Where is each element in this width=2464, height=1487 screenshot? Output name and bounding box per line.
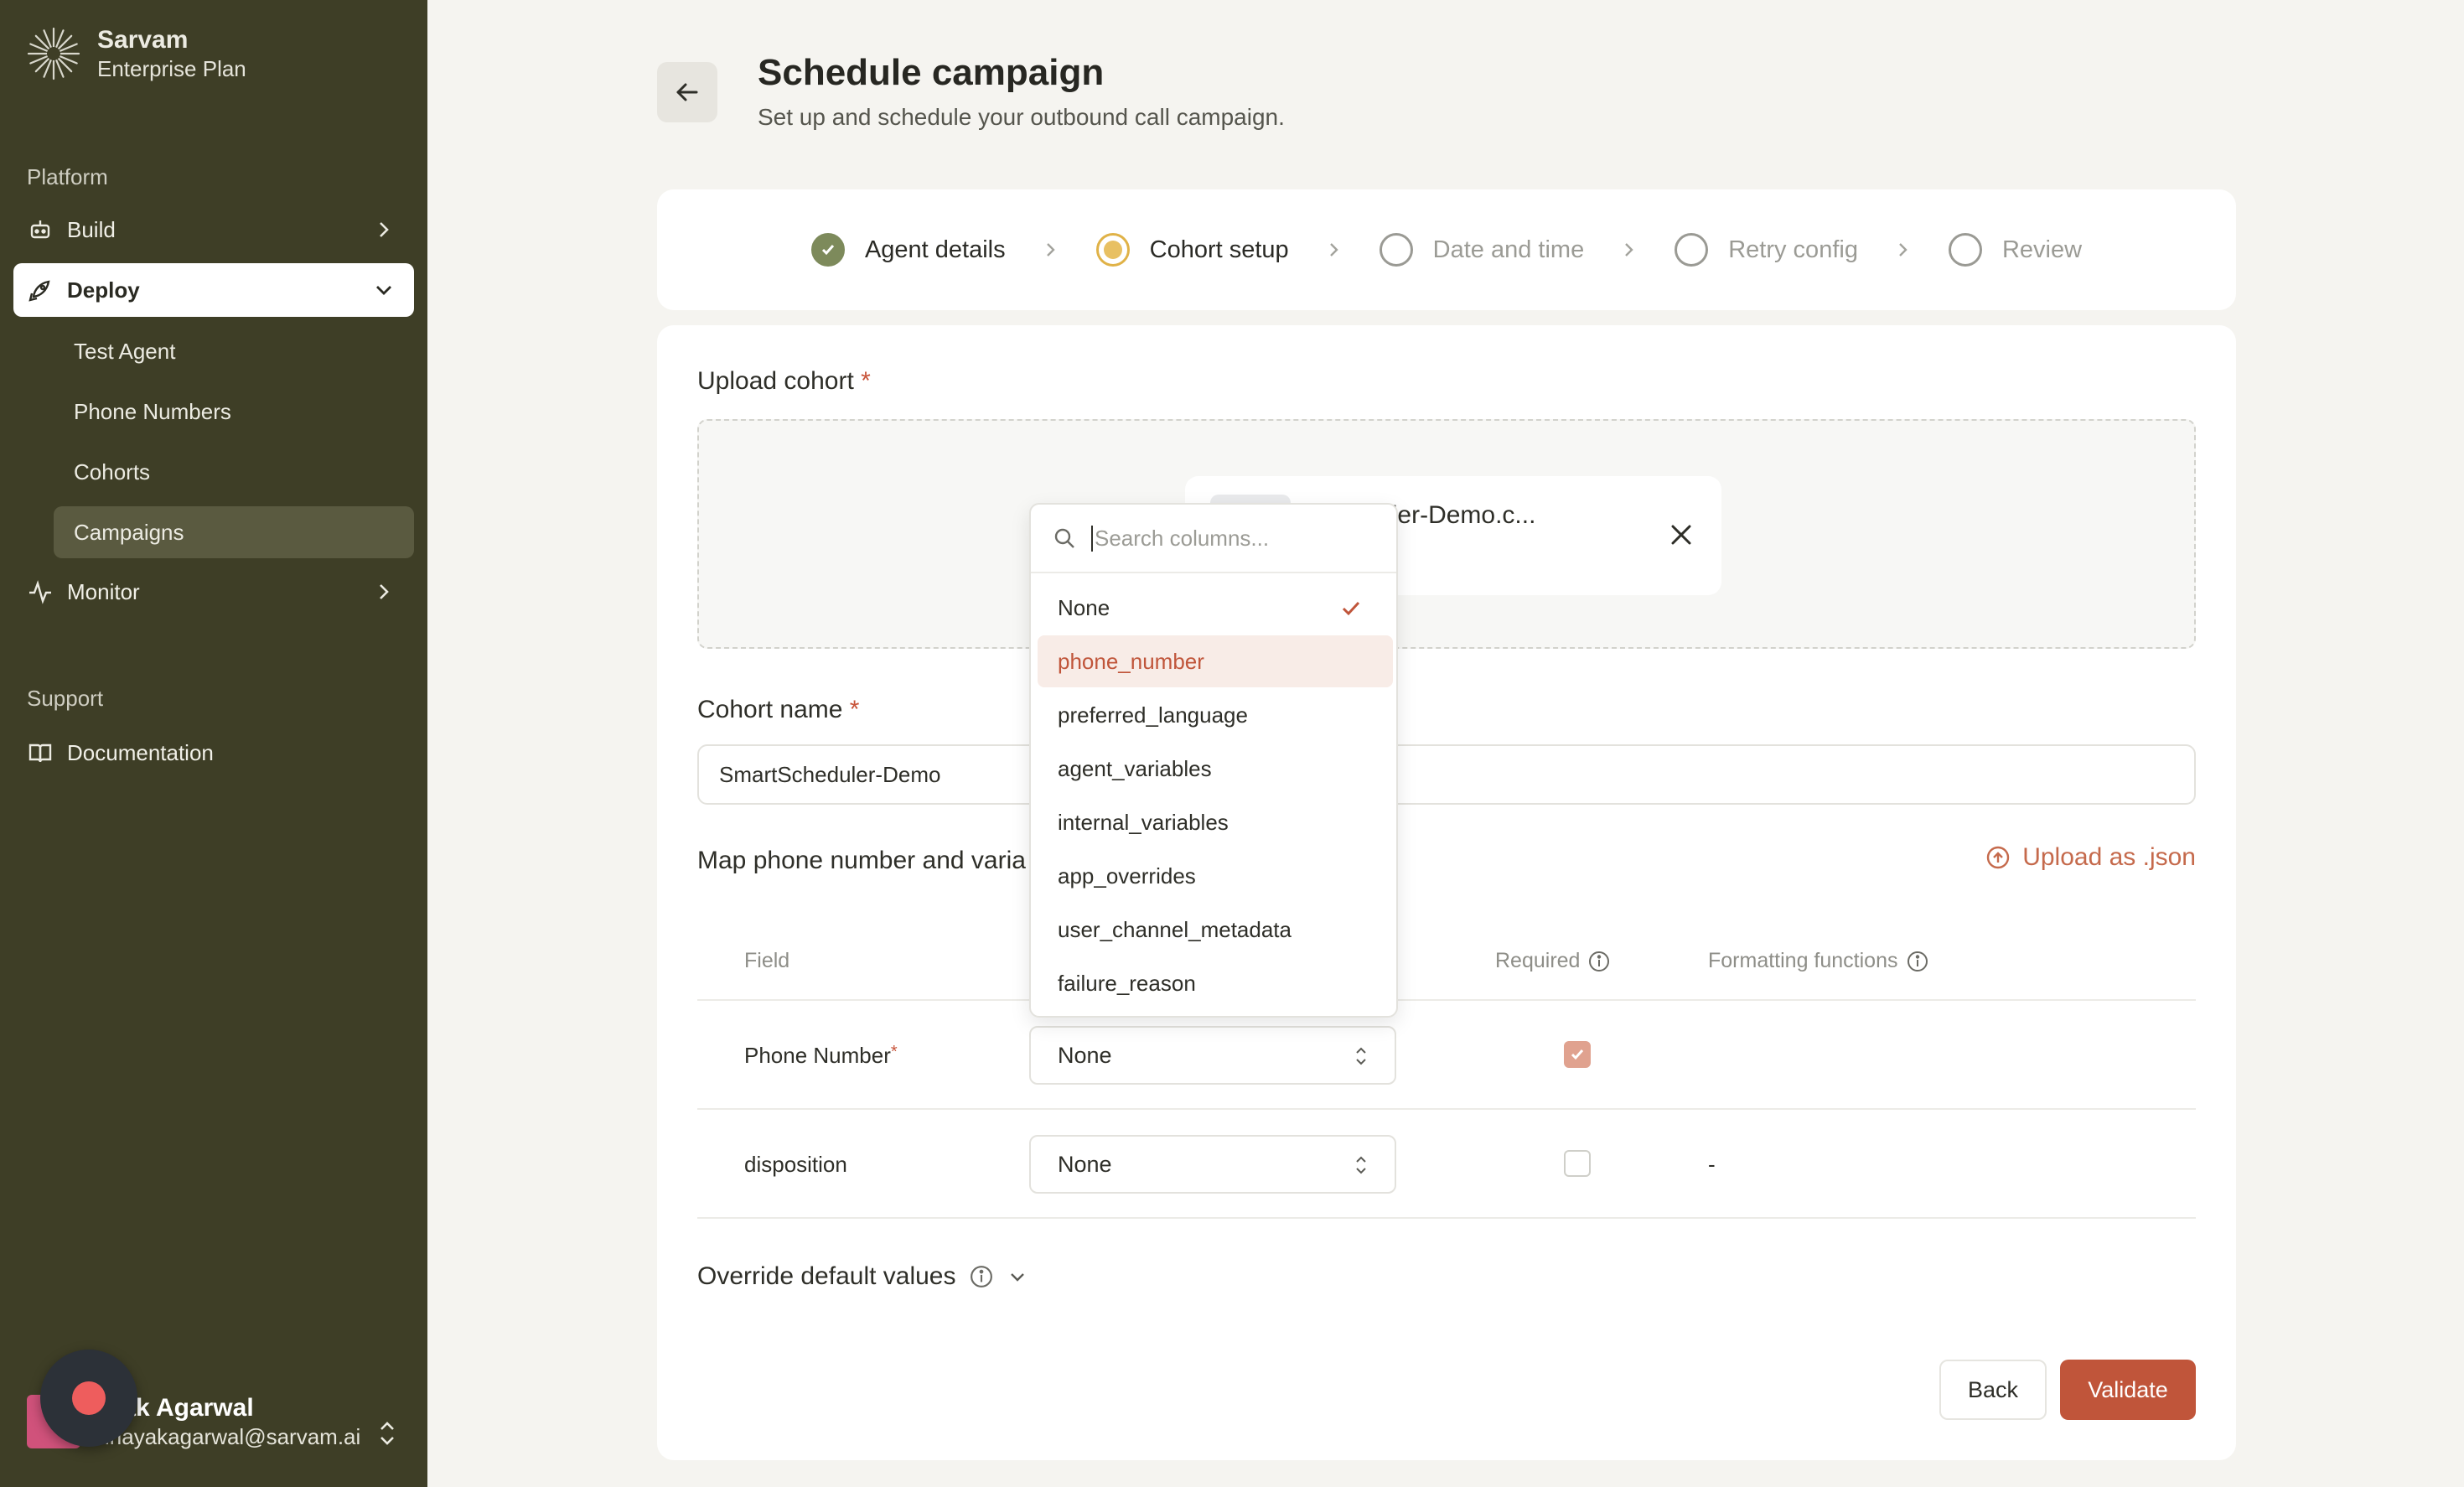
chevron-right-icon — [1878, 237, 1928, 262]
sidebar-item-phone-numbers[interactable]: Phone Numbers — [54, 386, 414, 438]
map-variables-label: Map phone number and varia — [697, 847, 1026, 874]
sidebar: Sarvam Enterprise Plan Platform Build De… — [0, 0, 427, 1487]
sidebar-item-label: Monitor — [67, 578, 140, 604]
cohort-name-input[interactable]: SmartScheduler-Demo — [697, 744, 2196, 805]
field-disposition: disposition — [744, 1152, 847, 1177]
formatting-value: - — [1708, 1152, 1716, 1177]
field-phone-number: Phone Number* — [744, 1043, 898, 1068]
rocket-icon — [27, 277, 54, 303]
sidebar-item-label: Build — [67, 216, 116, 242]
sidebar-item-campaigns[interactable]: Campaigns — [54, 506, 414, 558]
current-step-icon — [1095, 233, 1130, 267]
step-retry-config[interactable]: Retry config — [1675, 233, 1858, 267]
table-divider — [697, 1217, 2196, 1219]
close-icon[interactable] — [1666, 520, 1696, 550]
column-select-dropdown: Search columns... None phone_number pref… — [1029, 503, 1398, 1018]
upload-dropzone[interactable]: heduler-Demo.c... — [697, 419, 2196, 649]
column-header-field: Field — [744, 949, 790, 972]
chevron-down-icon — [376, 286, 391, 295]
chevron-right-icon — [1604, 237, 1654, 262]
disposition-column-select[interactable]: None — [1029, 1135, 1396, 1194]
sidebar-item-deploy[interactable]: Deploy — [13, 263, 414, 317]
chevron-right-icon — [1026, 237, 1076, 262]
step-label: Agent details — [864, 236, 1006, 263]
chevrons-up-down-icon — [1356, 1047, 1366, 1065]
info-icon[interactable] — [1588, 951, 1610, 972]
upload-circle-icon — [1987, 846, 2010, 869]
dropdown-option-phone-number[interactable]: phone_number — [1038, 635, 1393, 687]
chevron-right-icon — [380, 222, 389, 237]
sidebar-item-cohorts[interactable]: Cohorts — [54, 446, 414, 498]
required-checkbox-checked[interactable] — [1564, 1041, 1591, 1068]
support-section-label: Support — [27, 686, 104, 711]
back-arrow-button[interactable] — [657, 62, 717, 122]
chevron-right-icon — [380, 584, 389, 599]
sarvam-logo-icon — [27, 27, 80, 80]
info-icon[interactable] — [970, 1265, 993, 1288]
chevron-right-icon — [1309, 237, 1359, 262]
brand[interactable]: Sarvam Enterprise Plan — [27, 25, 246, 82]
activity-icon — [27, 578, 54, 605]
check-icon — [1571, 1049, 1584, 1060]
stepper: Agent details Cohort setup Date and time… — [657, 189, 2236, 310]
dropdown-option-app-overrides[interactable]: app_overrides — [1038, 850, 1393, 902]
info-icon[interactable] — [1907, 951, 1928, 972]
required-checkbox[interactable] — [1564, 1150, 1591, 1177]
step-agent-details[interactable]: Agent details — [810, 233, 1006, 267]
cohort-setup-card: Upload cohort * heduler-Demo.c... Cohort… — [657, 325, 2236, 1460]
check-icon — [1342, 601, 1360, 616]
brand-plan: Enterprise Plan — [97, 56, 246, 81]
robot-icon — [27, 216, 54, 243]
sidebar-item-label: Deploy — [67, 277, 140, 303]
table-divider — [697, 999, 2196, 1001]
phone-number-column-select[interactable]: None — [1029, 1026, 1396, 1085]
validate-button[interactable]: Validate — [2060, 1360, 2196, 1420]
dropdown-option-internal-variables[interactable]: internal_variables — [1038, 796, 1393, 848]
platform-section-label: Platform — [27, 164, 108, 189]
record-dot-icon — [72, 1381, 106, 1415]
upload-cohort-label: Upload cohort * — [697, 367, 871, 395]
user-email: vinayakagarwal@sarvam.ai — [94, 1424, 361, 1449]
chevron-down-icon — [1010, 1273, 1024, 1282]
chevrons-up-down-icon — [1356, 1156, 1366, 1174]
empty-circle-icon — [1675, 233, 1709, 267]
back-button[interactable]: Back — [1939, 1360, 2047, 1420]
step-cohort-setup[interactable]: Cohort setup — [1095, 233, 1289, 267]
brand-name: Sarvam — [97, 26, 189, 54]
step-label: Review — [2001, 236, 2083, 263]
sidebar-item-monitor[interactable]: Monitor — [13, 565, 414, 619]
step-label: Cohort setup — [1149, 236, 1289, 263]
dropdown-option-failure-reason[interactable]: failure_reason — [1038, 957, 1393, 1009]
column-header-formatting: Formatting functions — [1708, 949, 1928, 973]
search-columns-input[interactable]: Search columns... — [1031, 505, 1396, 573]
sidebar-item-documentation[interactable]: Documentation — [13, 726, 414, 780]
cohort-name-label: Cohort name * — [697, 696, 860, 723]
page-subtitle: Set up and schedule your outbound call c… — [758, 104, 1285, 130]
sidebar-item-test-agent[interactable]: Test Agent — [54, 325, 414, 377]
book-icon — [27, 739, 54, 766]
step-label: Retry config — [1728, 236, 1858, 263]
arrow-left-icon — [676, 83, 698, 101]
step-review[interactable]: Review — [1948, 233, 2083, 267]
sidebar-item-build[interactable]: Build — [13, 203, 414, 256]
column-header-required: Required — [1495, 949, 1610, 973]
dropdown-option-user-channel-metadata[interactable]: user_channel_metadata — [1038, 904, 1393, 956]
sidebar-item-label: Documentation — [67, 739, 214, 765]
page-title: Schedule campaign — [758, 52, 1105, 93]
search-icon — [1054, 528, 1074, 548]
step-date-and-time[interactable]: Date and time — [1379, 233, 1585, 267]
dropdown-option-preferred-language[interactable]: preferred_language — [1038, 689, 1393, 741]
override-default-values-toggle[interactable]: Override default values — [697, 1262, 1028, 1291]
check-circle-icon — [810, 233, 845, 267]
empty-circle-icon — [1948, 233, 1982, 267]
recording-button[interactable] — [40, 1350, 137, 1447]
dropdown-option-none[interactable]: None — [1038, 582, 1393, 634]
dropdown-option-agent-variables[interactable]: agent_variables — [1038, 743, 1393, 795]
upload-json-button[interactable]: Upload as .json — [1985, 843, 2196, 872]
table-divider — [697, 1108, 2196, 1110]
empty-circle-icon — [1379, 233, 1413, 267]
chevrons-up-down-icon[interactable] — [375, 1418, 399, 1448]
step-label: Date and time — [1432, 236, 1585, 263]
